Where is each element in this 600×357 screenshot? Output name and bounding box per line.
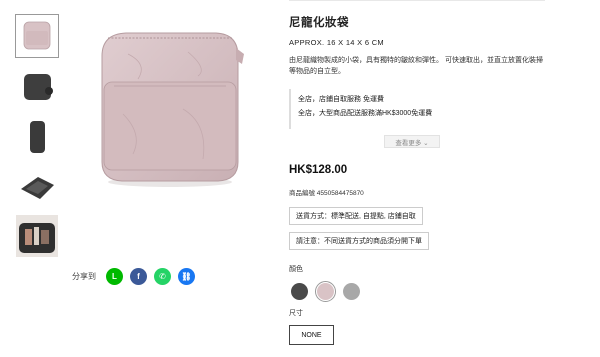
product-code: 商品編號 4550584475870 [289,190,364,197]
line-icon: L [112,272,117,281]
whatsapp-icon: ✆ [159,272,166,281]
delivery-notice-tag: 請注意：不同送貨方式的商品須分開下單 [289,232,429,250]
copy-link-button[interactable]: ⛓ [178,268,195,285]
main-product-image [88,24,248,189]
product-description: 由尼龍織物製成的小袋，具有獨特的皺紋和彈性。 可快速取出，並直立放置化裝掃等物品… [289,57,543,75]
color-label: 顏色 [289,266,303,273]
link-icon: ⛓ [181,272,192,281]
delivery-method-tag: 送貨方式：標準配送, 自提點, 店鋪自取 [289,207,423,225]
facebook-icon: f [137,272,140,281]
color-option-dark-gray[interactable] [289,281,310,302]
shipping-line-pickup: 全店，店鋪自取服務 免運費 [298,96,384,103]
shipping-info-box: 全店，店鋪自取服務 免運費 全店，大型商品配送服務滿HK$3000免運費 [289,89,545,129]
swatch-dark-gray [291,283,308,300]
thumbnail-open-pouch[interactable] [15,164,59,208]
product-price: HK$128.00 [289,164,348,176]
product-title: 尼龍化妝袋 [289,17,349,29]
line-share-button[interactable]: L [106,268,123,285]
size-label: 尺寸 [289,310,303,317]
whatsapp-share-button[interactable]: ✆ [154,268,171,285]
size-option-none[interactable]: NONE [289,325,334,345]
thumbnail-pink-pouch[interactable] [15,14,59,58]
view-more-button[interactable]: 查看更多 ⌄ [384,135,440,148]
thumbnail-dark-pouch[interactable] [15,64,59,108]
top-divider [289,0,545,1]
swatch-light-gray [343,283,360,300]
share-label: 分享到 [72,272,96,281]
product-size: APPROX. 16 X 14 X 6 CM [289,38,384,47]
share-bar: 分享到 L f ✆ ⛓ [72,268,202,285]
color-swatches [289,281,367,302]
thumbnail-contents[interactable] [15,214,59,258]
thumbnail-side-view[interactable] [15,114,59,158]
color-option-light-gray[interactable] [341,281,362,302]
thumbnail-list [15,14,59,264]
shipping-line-delivery: 全店，大型商品配送服務滿HK$3000免運費 [298,110,433,117]
color-option-pink[interactable] [315,281,336,302]
facebook-share-button[interactable]: f [130,268,147,285]
swatch-pink [317,283,334,300]
